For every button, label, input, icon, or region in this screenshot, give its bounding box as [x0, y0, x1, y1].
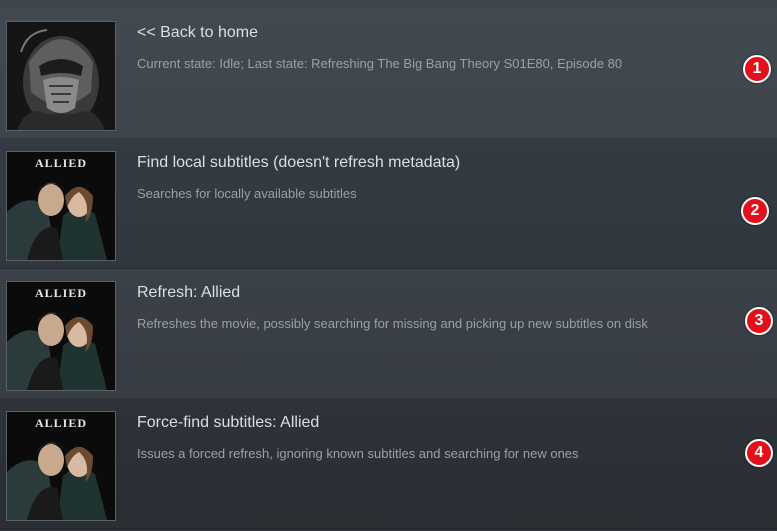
- menu-list: << Back to home Current state: Idle; Las…: [0, 9, 777, 529]
- item-title: Force-find subtitles: Allied: [137, 414, 320, 431]
- item-title: << Back to home: [137, 24, 258, 41]
- item-title: Find local subtitles (doesn't refresh me…: [137, 154, 461, 171]
- list-item-refresh-allied[interactable]: ALLIED Refresh: Allied Refreshes the mov…: [0, 269, 777, 399]
- item-description: Issues a forced refresh, ignoring known …: [137, 446, 579, 461]
- list-item-find-local-subtitles[interactable]: ALLIED Find local subtitles (doesn't ref…: [0, 139, 777, 269]
- poster-title-text: ALLIED: [34, 286, 87, 300]
- item-description: Current state: Idle; Last state: Refresh…: [137, 56, 623, 71]
- thumbnail-masked-figure: [6, 21, 116, 131]
- item-description: Searches for locally available subtitles: [137, 186, 357, 201]
- list-item-force-find-subtitles[interactable]: ALLIED Force-find subtitles: Allied Issu…: [0, 399, 777, 529]
- annotation-badge-3: 3: [745, 307, 773, 335]
- poster-title-text: ALLIED: [34, 156, 87, 170]
- annotation-badge-2: 2: [741, 197, 769, 225]
- item-description: Refreshes the movie, possibly searching …: [137, 316, 648, 331]
- thumbnail-allied-poster: ALLIED: [6, 281, 116, 391]
- thumbnail-allied-poster: ALLIED: [6, 151, 116, 261]
- top-edge: [0, 0, 777, 9]
- annotation-badge-1: 1: [743, 55, 771, 83]
- list-item-back-to-home[interactable]: << Back to home Current state: Idle; Las…: [0, 9, 777, 139]
- item-title: Refresh: Allied: [137, 284, 241, 301]
- annotation-badge-4: 4: [745, 439, 773, 467]
- thumbnail-allied-poster: ALLIED: [6, 411, 116, 521]
- poster-title-text: ALLIED: [34, 416, 87, 430]
